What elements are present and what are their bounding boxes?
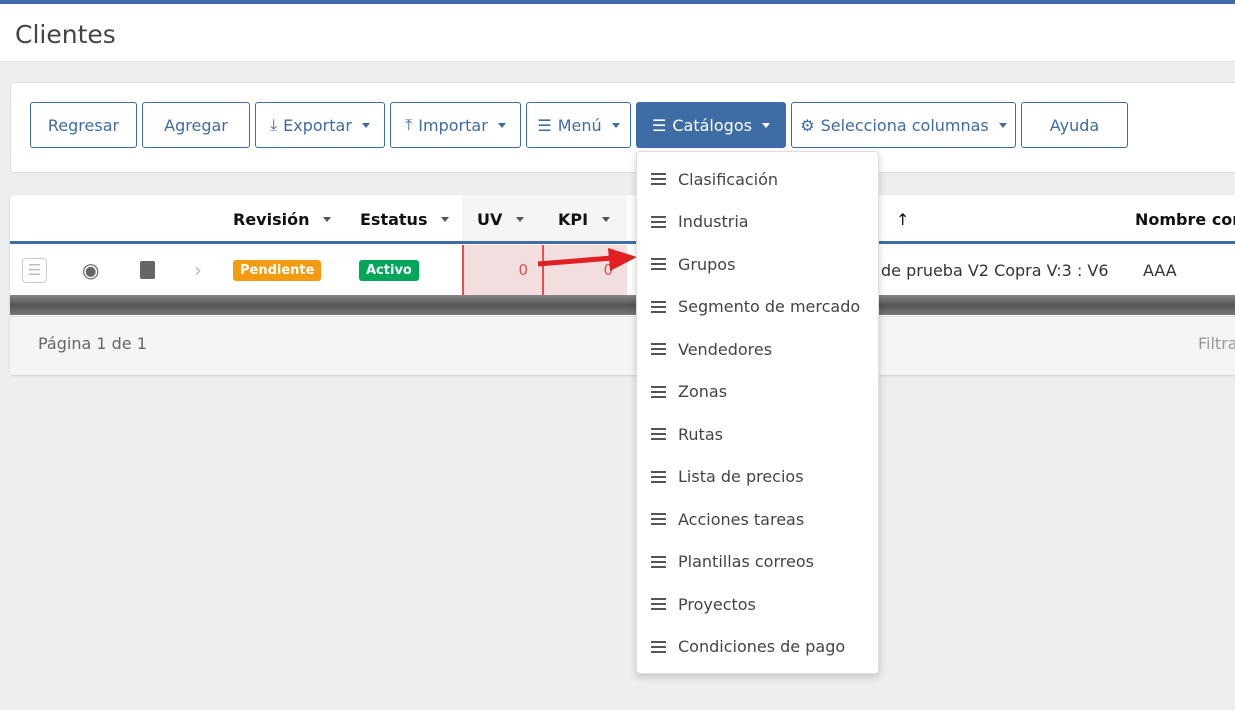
label: Revisión: [233, 209, 310, 229]
caret-down-icon: [998, 122, 1007, 128]
caret-down-icon[interactable]: [602, 216, 611, 222]
download-icon: ⤓: [270, 115, 278, 134]
header-divider: [10, 241, 1235, 244]
menu-item-label: Acciones tareas: [678, 509, 805, 529]
chevron-right-icon[interactable]: ›: [194, 245, 202, 295]
exportar-button[interactable]: ⤓ Exportar: [255, 102, 385, 148]
caret-down-icon[interactable]: [516, 216, 525, 222]
menu-item-lista-de-precios[interactable]: Lista de precios: [637, 457, 878, 497]
header-kpi[interactable]: KPI: [558, 195, 611, 243]
menu-item-label: Proyectos: [678, 594, 756, 614]
label: Exportar: [283, 115, 352, 135]
ayuda-button[interactable]: Ayuda: [1021, 102, 1128, 148]
menu-item-rutas[interactable]: Rutas: [637, 414, 878, 454]
list-icon: [651, 555, 666, 568]
regresar-button[interactable]: Regresar: [30, 102, 137, 148]
row-menu-icon[interactable]: ☰: [22, 245, 47, 295]
catalogos-dropdown-menu: Clasificación Industria Grupos Segmento de …: [636, 151, 879, 674]
label: Agregar: [164, 115, 228, 135]
label: Selecciona columnas: [820, 115, 989, 135]
header-nombre-comercial[interactable]: Nombre com: [1135, 195, 1235, 243]
label: Ayuda: [1049, 115, 1100, 135]
menu-item-label: Clasificación: [678, 169, 779, 189]
list-icon: [651, 385, 666, 398]
label: Importar: [418, 115, 488, 135]
list-icon: ☰: [652, 115, 667, 135]
caret-down-icon: [761, 122, 770, 128]
caret-down-icon[interactable]: [323, 216, 332, 222]
menu-item-label: Lista de precios: [678, 467, 804, 486]
list-icon: [651, 470, 666, 483]
menu-item-industria[interactable]: Industria: [637, 202, 878, 242]
revision-cell: Pendiente: [233, 245, 322, 295]
list-icon: [651, 640, 666, 653]
list-icon: [651, 598, 666, 610]
gear-icon: ⚙: [800, 115, 815, 135]
page-header: Clientes: [0, 0, 1235, 62]
menu-button[interactable]: ☰ Menú: [526, 102, 631, 148]
menu-item-label: Vendedores: [678, 339, 773, 359]
caret-down-icon: [611, 122, 620, 128]
page-title: Clientes: [15, 20, 116, 49]
header-revision[interactable]: Revisión: [233, 195, 332, 243]
menu-item-label: Grupos: [678, 254, 736, 274]
list-icon: [651, 300, 666, 313]
label: Menú: [557, 115, 602, 135]
menu-item-acciones-tareas[interactable]: Acciones tareas: [637, 499, 878, 539]
nombre-comercial-cell: AAA: [1143, 260, 1177, 280]
header-uv[interactable]: UV: [477, 195, 525, 243]
menu-item-clasificacion[interactable]: Clasificación: [637, 159, 878, 199]
label: KPI: [558, 209, 589, 229]
menu-item-proyectos[interactable]: Proyectos: [637, 584, 878, 624]
list-icon: ☰: [537, 115, 552, 135]
pagination-text: Página 1 de 1: [38, 334, 147, 353]
label: UV: [477, 209, 503, 229]
label: Catálogos: [672, 115, 752, 135]
clients-table: Revisión Estatus UV KPI ↑ Nombre com ☰ ◉…: [10, 195, 1235, 375]
uv-cell: 0: [462, 245, 544, 295]
menu-item-label: Condiciones de pago: [678, 637, 846, 656]
toolbar: Regresar Agregar ⤓ Exportar ⤒ Importar ☰ Me…: [10, 82, 1235, 173]
menu-item-segmento-de-mercado[interactable]: Segmento de mercado: [637, 287, 878, 327]
agregar-button[interactable]: Agregar: [142, 102, 250, 148]
header-estatus[interactable]: Estatus: [360, 195, 450, 243]
name-cell: de prueba V2 Copra V:3 : V6: [881, 260, 1109, 280]
menu-item-grupos[interactable]: Grupos: [637, 244, 878, 284]
menu-item-plantillas-correos[interactable]: Plantillas correos: [637, 542, 878, 582]
menu-item-zonas[interactable]: Zonas: [637, 372, 878, 412]
menu-item-condiciones-de-pago[interactable]: Condiciones de pago: [637, 627, 878, 667]
caret-down-icon: [361, 122, 370, 128]
list-icon: [651, 428, 666, 440]
list-icon: [651, 173, 666, 185]
list-icon: [651, 258, 666, 270]
filter-text: Filtra: [1198, 334, 1235, 353]
status-badge-pendiente: Pendiente: [233, 259, 322, 281]
menu-item-label: Plantillas correos: [678, 552, 814, 571]
red-arrow-annotation: [537, 248, 637, 271]
list-icon: [651, 513, 666, 525]
caret-down-icon: [497, 122, 506, 128]
label: Regresar: [47, 115, 120, 135]
table-footer: Página 1 de 1 Filtra: [10, 316, 1235, 375]
estatus-cell: Activo: [359, 245, 419, 295]
eye-icon[interactable]: ◉: [82, 245, 99, 295]
label: Estatus: [360, 209, 428, 229]
menu-item-vendedores[interactable]: Vendedores: [637, 329, 878, 369]
menu-item-label: Segmento de mercado: [678, 297, 861, 316]
list-icon: [651, 343, 666, 355]
importar-button[interactable]: ⤒ Importar: [390, 102, 521, 148]
list-icon: [651, 215, 666, 228]
catalogos-button[interactable]: ☰ Catálogos: [636, 102, 786, 148]
sort-asc-icon[interactable]: ↑: [896, 195, 909, 243]
menu-item-label: Industria: [678, 212, 749, 231]
menu-item-label: Rutas: [678, 424, 723, 444]
caret-down-icon[interactable]: [441, 216, 450, 222]
selecciona-columnas-button[interactable]: ⚙ Selecciona columnas: [791, 102, 1016, 148]
upload-icon: ⤒: [405, 115, 413, 134]
horizontal-scrollbar[interactable]: [10, 295, 1235, 315]
menu-item-label: Zonas: [678, 382, 728, 401]
status-badge-activo: Activo: [359, 259, 419, 281]
contact-card-icon[interactable]: [140, 245, 155, 295]
